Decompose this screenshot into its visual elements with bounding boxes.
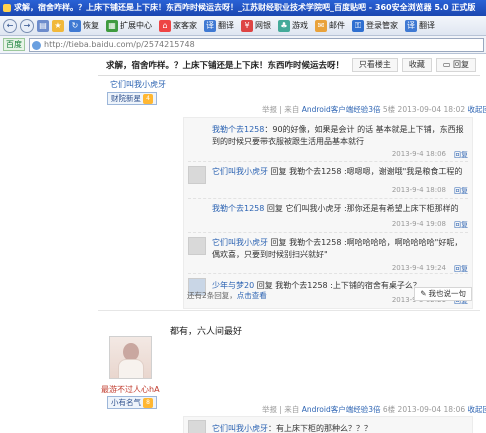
url-text: http://tieba.baidu.com/p/2574215748 xyxy=(44,39,195,49)
more-replies: 还有2条回复，点击查看 xyxy=(187,291,267,300)
reply-thread-button[interactable]: ▭ 回复 xyxy=(435,57,476,72)
translate-icon: 译 xyxy=(204,19,216,32)
page-icon[interactable]: ▤ xyxy=(37,19,49,32)
browser-toolbar: ← → ▤ ★ ↻ 恢复 ▦ 扩展中心 ⌂ 家客家 译翻译 ¥ 网银 ♣ 游戏 ✉ 邮件 ⚿… xyxy=(0,16,486,36)
extensions-icon: ▦ xyxy=(106,19,118,32)
post2-author[interactable]: 最游不过人心hA xyxy=(101,384,160,395)
post-time: 2013-09-04 18:06 xyxy=(397,405,466,414)
thread-title: 求解，宿舍咋样。？上床下铺还是上下床！东西咋时候运去呀！ xyxy=(106,60,345,71)
reply-link[interactable]: 回复 xyxy=(454,186,468,196)
reply-link[interactable]: 回复 xyxy=(454,150,468,160)
home-button[interactable]: ⌂ 家客家 xyxy=(157,18,199,34)
window-title-bar: 求解，宿舍咋样。？上床下铺还是上下床！东西咋时候运去呀！_江苏财经职业技术学院吧… xyxy=(0,0,486,16)
restore-button[interactable]: ↻ 恢复 xyxy=(67,18,101,34)
only-op-button[interactable]: 只看楼主 xyxy=(351,57,398,72)
level-icon: 4 xyxy=(143,93,153,104)
login-manager-button[interactable]: ⚿ 登录管家 xyxy=(350,18,400,34)
divider xyxy=(188,232,468,233)
mail-button[interactable]: ✉ 邮件 xyxy=(313,18,347,34)
back-button[interactable]: ← xyxy=(3,18,17,33)
games-icon: ♣ xyxy=(278,19,290,32)
divider xyxy=(188,273,468,274)
window-title: 求解，宿舍咋样。？上床下铺还是上下床！东西咋时候运去呀！_江苏财经职业技术学院吧… xyxy=(14,3,476,12)
site-label[interactable]: 百度 xyxy=(3,38,25,51)
address-bar: 百度 http://tieba.baidu.com/p/2574215748 xyxy=(0,36,486,54)
report-link[interactable]: 举报 xyxy=(262,105,277,114)
post2-content: 都有，六人间最好 xyxy=(170,327,243,337)
list-item: 我勒个去1258：90的好像，如果是会计 的话 基本就是上下铺，东西报到的时候只… xyxy=(212,125,468,160)
reply-list: 它们叫我小虎牙：有上床下柜的那种么？？？ xyxy=(183,416,473,433)
ebank-button[interactable]: ¥ 网银 xyxy=(239,18,273,34)
divider xyxy=(188,161,468,162)
reply-user[interactable]: 我勒个去1258 xyxy=(212,125,264,134)
home-icon: ⌂ xyxy=(159,19,171,32)
page-content: 求解，宿舍咋样。？上床下铺还是上下床！东西咋时候运去呀！ 只看楼主 收藏 ▭ 回… xyxy=(0,54,486,433)
level-icon: 8 xyxy=(143,397,153,408)
floor-number: 6楼 xyxy=(382,405,396,414)
translate-button[interactable]: 译翻译 xyxy=(202,18,236,34)
browser-logo-icon xyxy=(3,4,11,12)
refresh-icon: ↻ xyxy=(69,19,81,32)
post-divider xyxy=(98,310,480,311)
avatar[interactable] xyxy=(188,420,206,433)
avatar[interactable] xyxy=(188,237,206,255)
post2-meta: 举报 | 来自 Android客户端经验3倍 6楼 2013-09-04 18:… xyxy=(262,404,486,415)
mail-icon: ✉ xyxy=(315,19,327,32)
source-app-link[interactable]: Android客户端经验3倍 xyxy=(302,405,381,414)
post1-author[interactable]: 它们叫我小虎牙 xyxy=(110,79,166,90)
extensions-button[interactable]: ▦ 扩展中心 xyxy=(104,18,154,34)
view-more-link[interactable]: 点击查看 xyxy=(237,291,267,300)
reply-link[interactable]: 回复 xyxy=(454,220,468,230)
say-something-button[interactable]: ✎ 我也说一句 xyxy=(414,287,472,301)
reply-user[interactable]: 它们叫我小虎牙 xyxy=(212,167,268,176)
url-field[interactable]: http://tieba.baidu.com/p/2574215748 xyxy=(29,37,484,52)
list-item: 它们叫我小虎牙 回复 我勒个去1258 :啊哈哈哈哈，啊哈哈哈哈"好呢，偶欢喜，… xyxy=(184,235,474,275)
reply-user[interactable]: 少年与梦20 xyxy=(212,281,254,290)
post2-avatar[interactable] xyxy=(109,336,152,379)
reply-user[interactable]: 它们叫我小虎牙 xyxy=(212,238,268,247)
list-item: 它们叫我小虎牙：有上床下柜的那种么？？？ xyxy=(184,419,474,433)
reply-list: 我勒个去1258：90的好像，如果是会计 的话 基本就是上下铺，东西报到的时候只… xyxy=(183,117,473,309)
reply-user[interactable]: 它们叫我小虎牙 xyxy=(212,424,268,433)
list-item: 它们叫我小虎牙 回复 我勒个去1258 :嗯嗯嗯，谢谢哦"我是粮食工程的 201… xyxy=(184,164,474,198)
post2-badge[interactable]: 小有名气 8 xyxy=(107,396,157,409)
avatar-body xyxy=(118,359,144,378)
collapse-replies-link[interactable]: 收起回复 xyxy=(468,105,486,114)
ebank-icon: ¥ xyxy=(241,19,253,32)
thread-header: 求解，宿舍咋样。？上床下铺还是上下床！东西咋时候运去呀！ 只看楼主 收藏 ▭ 回… xyxy=(98,54,480,76)
floor-number: 5楼 xyxy=(382,105,396,114)
reply-user[interactable]: 我勒个去1258 xyxy=(212,204,264,213)
source-app-link[interactable]: Android客户端经验3倍 xyxy=(302,105,381,114)
edit-icon: ✎ xyxy=(420,289,427,298)
favorites-star-icon[interactable]: ★ xyxy=(52,19,64,32)
report-link[interactable]: 举报 xyxy=(262,405,277,414)
key-icon: ⚿ xyxy=(352,19,364,32)
post1-badge[interactable]: 财院新星 4 xyxy=(107,92,157,105)
post-time: 2013-09-04 18:02 xyxy=(397,105,466,114)
favorite-button[interactable]: 收藏 xyxy=(401,57,432,72)
globe-icon xyxy=(32,40,41,50)
collapse-replies-link[interactable]: 收起回复 xyxy=(468,405,486,414)
avatar[interactable] xyxy=(188,166,206,184)
games-button[interactable]: ♣ 游戏 xyxy=(276,18,310,34)
divider xyxy=(188,198,468,199)
post1-meta: 举报 | 来自 Android客户端经验3倍 5楼 2013-09-04 18:… xyxy=(262,104,486,115)
list-item: 我勒个去1258 回复 它们叫我小虎牙 :那你还是有希望上床下柜那样的 2013… xyxy=(212,204,468,230)
translate2-icon: 译 xyxy=(405,19,417,32)
translate2-button[interactable]: 译翻译 xyxy=(403,18,437,34)
forward-button[interactable]: → xyxy=(20,18,34,33)
